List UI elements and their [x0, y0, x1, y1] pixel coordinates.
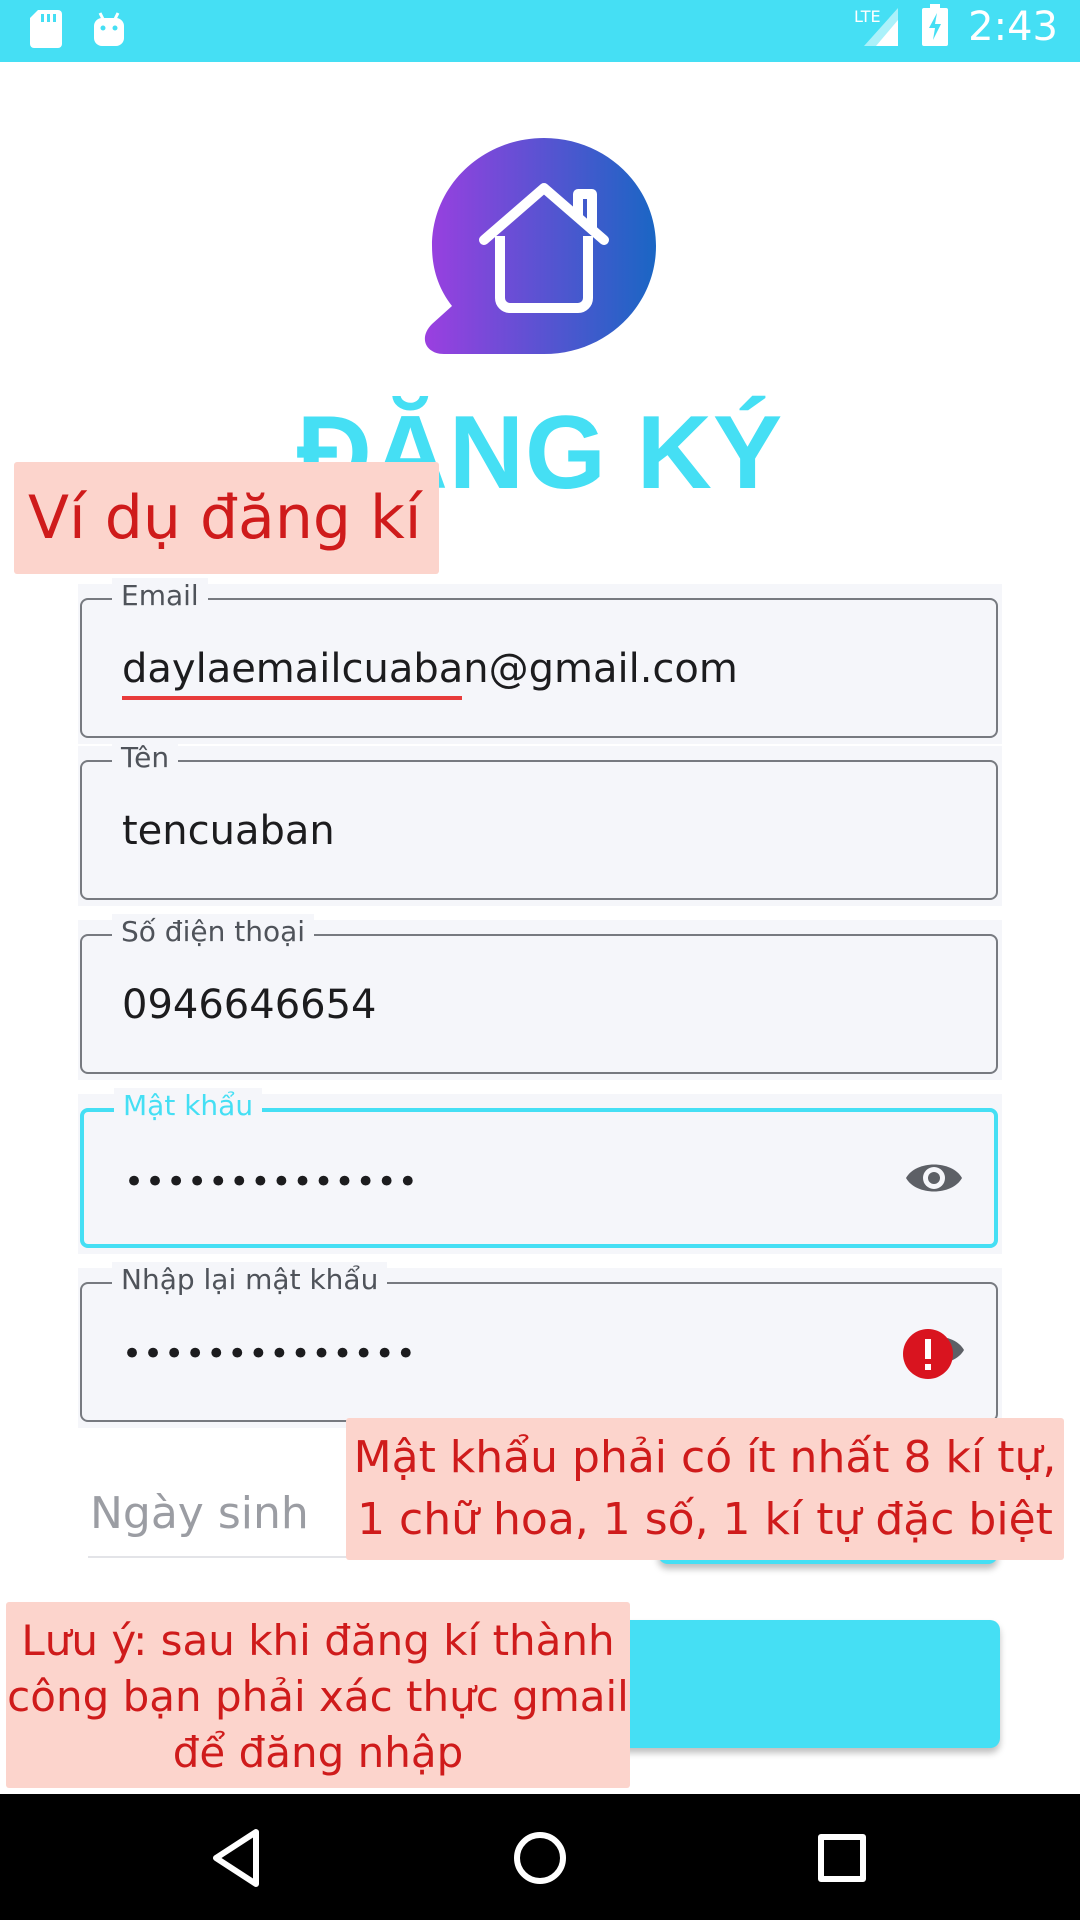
password-value: •••••••••••••• [124, 1162, 419, 1202]
annotation-note-line3: để đăng nhập [172, 1728, 464, 1777]
annotation-password-rule-line2: 1 chữ hoa, 1 số, 1 kí tự đặc biệt [357, 1494, 1053, 1545]
annotation-note-line1: Lưu ý: sau khi đăng kí thành [21, 1616, 615, 1665]
password-label: Mật khẩu [114, 1088, 263, 1124]
name-field[interactable]: Tên tencuaban [80, 740, 998, 900]
email-field[interactable]: Email daylaemailcuaban@gmail.com [80, 578, 998, 738]
annotation-password-rule: Mật khẩu phải có ít nhất 8 kí tự, 1 chữ … [346, 1418, 1064, 1560]
name-label: Tên [112, 740, 179, 776]
annotation-note-line2: công bạn phải xác thực gmail [7, 1672, 629, 1721]
navigation-bar [0, 1794, 1080, 1920]
network-label: LTE [854, 7, 881, 26]
phone-field[interactable]: Số điện thoại 0946646654 [80, 914, 998, 1074]
sd-card-icon [30, 10, 62, 52]
annotation-note: Lưu ý: sau khi đăng kí thành công bạn ph… [6, 1602, 630, 1788]
email-value: daylaemailcuaban@gmail.com [122, 646, 738, 692]
back-icon[interactable] [204, 1824, 272, 1892]
status-left [30, 10, 126, 52]
error-icon [902, 1328, 954, 1380]
app-logo [422, 138, 656, 360]
home-icon[interactable] [506, 1824, 574, 1892]
signal-icon: LTE [854, 4, 902, 50]
phone-label: Số điện thoại [112, 914, 315, 950]
status-time: 2:43 [968, 4, 1058, 50]
confirm-password-field[interactable]: Nhập lại mật khẩu •••••••••••••• [80, 1262, 998, 1422]
status-right: LTE 2:43 [854, 4, 1058, 50]
android-icon [92, 11, 126, 51]
recents-icon[interactable] [808, 1824, 876, 1892]
phone-value: 0946646654 [122, 982, 377, 1028]
eye-icon[interactable] [904, 1156, 964, 1200]
name-value: tencuaban [122, 808, 335, 854]
birth-date-underline [88, 1556, 350, 1558]
birth-date-placeholder[interactable]: Ngày sinh [90, 1488, 309, 1539]
battery-charging-icon [922, 4, 949, 50]
status-bar: LTE 2:43 [0, 0, 1080, 62]
spellcheck-underline [122, 696, 462, 700]
confirm-password-label: Nhập lại mật khẩu [112, 1262, 388, 1298]
confirm-password-value: •••••••••••••• [122, 1334, 417, 1374]
email-label: Email [112, 578, 208, 614]
annotation-example: Ví dụ đăng kí [14, 462, 439, 574]
password-field[interactable]: Mật khẩu •••••••••••••• [80, 1088, 998, 1248]
annotation-password-rule-line1: Mật khẩu phải có ít nhất 8 kí tự, [353, 1432, 1057, 1483]
